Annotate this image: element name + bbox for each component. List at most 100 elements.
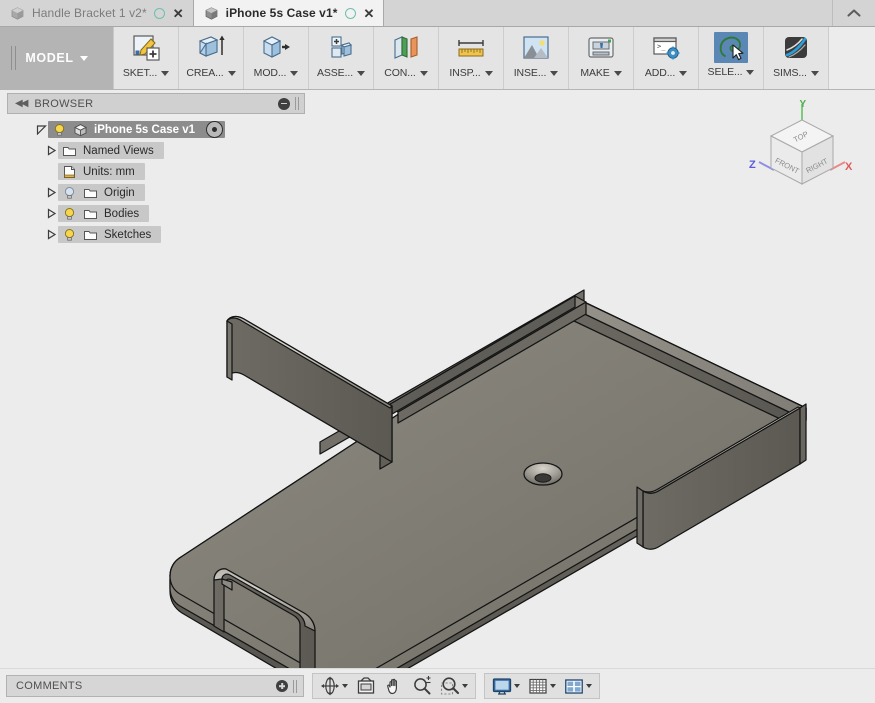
tree-node-pill[interactable]: iPhone 5s Case v1 <box>48 121 225 138</box>
tree-node-label: Units: mm <box>83 165 135 178</box>
folder-icon <box>83 186 98 200</box>
caret-down-icon <box>586 684 592 688</box>
tree-node-bodies[interactable]: Bodies <box>7 203 305 224</box>
ribbon-button-insert[interactable]: INSE... <box>504 27 569 89</box>
bottom-status-bar: COMMENTS <box>0 668 875 703</box>
ribbon-button-select[interactable]: SELE... <box>699 27 764 89</box>
ribbon-label: ASSE... <box>316 67 354 79</box>
collapse-ribbon-button[interactable] <box>832 0 875 26</box>
tree-node-pill[interactable]: Named Views <box>58 142 164 159</box>
triangle-collapsed-icon[interactable] <box>45 144 58 157</box>
nav-button-zoom[interactable] <box>409 675 435 697</box>
ribbon-button-inspect[interactable]: INSP... <box>439 27 504 89</box>
tree-node-label: Sketches <box>104 228 152 241</box>
tree-node-units[interactable]: Units: mm <box>7 161 305 182</box>
document-tab-bar: Handle Bracket 1 v2* ✕ iPhone 5s Case v1… <box>0 0 875 27</box>
ribbon-label: INSE... <box>513 67 547 79</box>
tree-node-pill[interactable]: Origin <box>58 184 145 201</box>
ribbon-label: CREA... <box>186 67 224 79</box>
ribbon-label: ADD... <box>644 67 676 79</box>
lightbulb-on-icon[interactable] <box>62 207 77 221</box>
ribbon-button-create[interactable]: CREA... <box>179 27 244 89</box>
triangle-expanded-icon[interactable] <box>35 123 48 136</box>
tree-node-origin[interactable]: Origin <box>7 182 305 203</box>
lasso-select-icon <box>714 32 748 63</box>
caret-down-icon <box>484 70 493 76</box>
browser-title: BROWSER <box>34 97 94 110</box>
navigation-bar <box>312 673 476 699</box>
viewcube[interactable]: Y Z X TOP FRONT RIGHT <box>747 98 857 194</box>
document-tab-iphone-case[interactable]: iPhone 5s Case v1* ✕ <box>193 0 385 26</box>
triangle-collapsed-icon[interactable] <box>45 207 58 220</box>
tree-node-sketches[interactable]: Sketches <box>7 224 305 245</box>
grip-handle-icon <box>295 97 300 110</box>
ribbon-tool-group: SKET... CREA... MOD... ASSE... CON... IN… <box>114 27 829 89</box>
nav-button-grid-snaps[interactable] <box>525 675 559 697</box>
tree-node-named-views[interactable]: Named Views <box>7 140 305 161</box>
activate-target-icon[interactable] <box>206 121 223 138</box>
nav-button-display-settings[interactable] <box>489 675 523 697</box>
caret-down-icon <box>227 70 236 76</box>
nav-button-viewport-layout[interactable] <box>561 675 595 697</box>
folder-icon <box>83 228 98 242</box>
tree-node-pill[interactable]: Bodies <box>58 205 150 222</box>
assemble-blocks-icon <box>323 32 359 64</box>
zoom-window-icon <box>440 677 460 695</box>
triangle-collapsed-icon[interactable] <box>45 228 58 241</box>
caret-down-icon <box>161 70 170 76</box>
ribbon-button-assemble[interactable]: ASSE... <box>309 27 374 89</box>
construct-plane-icon <box>388 32 424 64</box>
3d-printer-icon <box>583 32 619 64</box>
comments-panel[interactable]: COMMENTS <box>6 675 304 697</box>
ribbon-button-addins[interactable]: >_ ADD... <box>634 27 699 89</box>
monitor-icon <box>492 677 512 695</box>
display-settings-bar <box>484 673 600 699</box>
tree-node-pill[interactable]: Units: mm <box>58 163 145 180</box>
triangle-collapsed-icon[interactable] <box>45 186 58 199</box>
modify-press-pull-icon <box>258 32 294 64</box>
nav-button-pan[interactable] <box>381 675 407 697</box>
sync-circle-icon <box>153 7 165 19</box>
ribbon-toolbar: MODEL SKET... CREA... MOD... ASSE... CON… <box>0 27 875 90</box>
lightbulb-on-icon[interactable] <box>52 123 67 137</box>
pan-hand-icon <box>387 678 397 695</box>
zoom-magnifier-icon <box>414 676 431 695</box>
workspace-switcher-model[interactable]: MODEL <box>0 27 114 89</box>
insert-image-icon <box>518 32 554 64</box>
caret-down-icon <box>550 684 556 688</box>
circle-plus-icon[interactable] <box>276 680 288 692</box>
ribbon-button-make[interactable]: MAKE <box>569 27 634 89</box>
fusion360-window: Handle Bracket 1 v2* ✕ iPhone 5s Case v1… <box>0 0 875 703</box>
close-icon[interactable]: ✕ <box>173 7 184 20</box>
look-at-icon <box>357 677 375 694</box>
nav-button-orbit[interactable] <box>317 675 351 697</box>
lightbulb-off-icon[interactable] <box>62 186 77 200</box>
caret-down-icon <box>419 70 428 76</box>
ribbon-label: SKET... <box>122 67 158 79</box>
ribbon-label: SELE... <box>707 66 743 78</box>
nav-button-zoom-window[interactable] <box>437 675 471 697</box>
ribbon-label: CON... <box>384 67 416 79</box>
double-chevron-left-icon[interactable]: ◀◀ <box>15 98 28 109</box>
document-tab-handle-bracket[interactable]: Handle Bracket 1 v2* ✕ <box>0 0 194 26</box>
ribbon-button-modify[interactable]: MOD... <box>244 27 309 89</box>
caret-down-icon <box>550 70 559 76</box>
grip-handle-icon <box>11 46 17 70</box>
axis-label-x: X <box>845 161 853 173</box>
caret-down-icon <box>290 70 299 76</box>
folder-icon <box>62 144 77 158</box>
simscale-swoosh-icon <box>778 32 814 64</box>
tree-node-pill[interactable]: Sketches <box>58 226 162 243</box>
nav-button-look-at[interactable] <box>353 675 379 697</box>
ribbon-button-sketch[interactable]: SKET... <box>114 27 179 89</box>
tree-node-root[interactable]: iPhone 5s Case v1 <box>7 119 305 140</box>
ribbon-button-construct[interactable]: CON... <box>374 27 439 89</box>
grid-icon <box>529 678 547 694</box>
ribbon-label: SIMS... <box>773 67 807 79</box>
lightbulb-on-icon[interactable] <box>62 228 77 242</box>
close-icon[interactable]: ✕ <box>364 7 375 20</box>
ribbon-button-simscale[interactable]: SIMS... <box>764 27 829 89</box>
circle-minus-icon[interactable] <box>278 97 290 110</box>
ribbon-label: INSP... <box>449 67 481 79</box>
ribbon-label: MOD... <box>253 67 287 79</box>
